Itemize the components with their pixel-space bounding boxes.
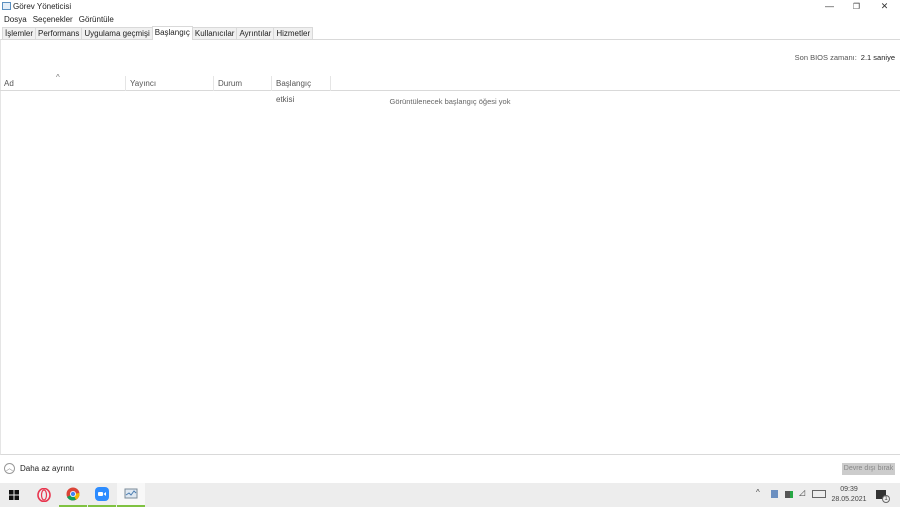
keyboard-icon[interactable] bbox=[812, 490, 826, 498]
column-status[interactable]: Durum bbox=[214, 76, 272, 91]
security-icon[interactable] bbox=[785, 491, 793, 498]
task-manager-icon bbox=[2, 2, 11, 10]
close-button[interactable]: ✕ bbox=[871, 0, 898, 13]
column-publisher[interactable]: Yayıncı bbox=[126, 76, 214, 91]
wifi-icon[interactable]: ◿ bbox=[799, 488, 805, 497]
minimize-button[interactable]: — bbox=[816, 0, 843, 13]
table-header: ^ Ad Yayıncı Durum Başlangıç etkisi bbox=[0, 73, 900, 104]
taskbar: ^ ◿ 09:39 28.05.2021 1 bbox=[0, 483, 900, 507]
tray-app-icon[interactable] bbox=[771, 490, 778, 498]
menu-file[interactable]: Dosya bbox=[4, 14, 27, 26]
bios-time: Son BIOS zamanı: 2.1 saniye bbox=[795, 53, 895, 62]
start-button[interactable] bbox=[0, 483, 28, 507]
window-title: Görev Yöneticisi bbox=[13, 2, 72, 11]
opera-taskbar-button[interactable] bbox=[30, 483, 58, 507]
fewer-details-button[interactable]: ︿ Daha az ayrıntı bbox=[4, 463, 74, 474]
task-manager-taskbar-button[interactable] bbox=[117, 483, 145, 507]
fewer-details-label: Daha az ayrıntı bbox=[20, 464, 75, 473]
menu-view[interactable]: Görüntüle bbox=[79, 14, 114, 26]
bios-value: 2.1 saniye bbox=[860, 53, 895, 62]
opera-icon bbox=[37, 488, 51, 502]
empty-message: Görüntülenecek başlangıç öğesi yok bbox=[389, 97, 511, 106]
zoom-taskbar-button[interactable] bbox=[88, 483, 116, 507]
chrome-icon bbox=[66, 487, 80, 501]
chrome-taskbar-button[interactable] bbox=[59, 483, 87, 507]
menu-options[interactable]: Seçenekler bbox=[33, 14, 73, 26]
zoom-icon bbox=[95, 487, 109, 501]
disable-button[interactable]: Devre dışı bırak bbox=[842, 463, 895, 475]
clock-date[interactable]: 28.05.2021 bbox=[831, 496, 867, 503]
restore-button[interactable]: ❐ bbox=[843, 0, 870, 13]
bios-label: Son BIOS zamanı: bbox=[794, 53, 857, 62]
notification-count-badge: 1 bbox=[882, 495, 890, 503]
tab-startup[interactable]: Başlangıç bbox=[151, 26, 193, 40]
column-startup-impact[interactable]: Başlangıç etkisi bbox=[272, 76, 331, 104]
title-bar: Görev Yöneticisi — ❐ ✕ bbox=[0, 0, 900, 13]
clock-time[interactable]: 09:39 bbox=[832, 486, 866, 493]
chevron-up-icon: ︿ bbox=[4, 463, 15, 474]
column-name[interactable]: Ad bbox=[0, 76, 126, 91]
menu-bar: Dosya Seçenekler Görüntüle bbox=[0, 14, 114, 26]
show-hidden-icons-chevron-icon[interactable]: ^ bbox=[756, 488, 760, 497]
task-manager-icon bbox=[124, 488, 138, 499]
windows-icon bbox=[9, 490, 19, 500]
